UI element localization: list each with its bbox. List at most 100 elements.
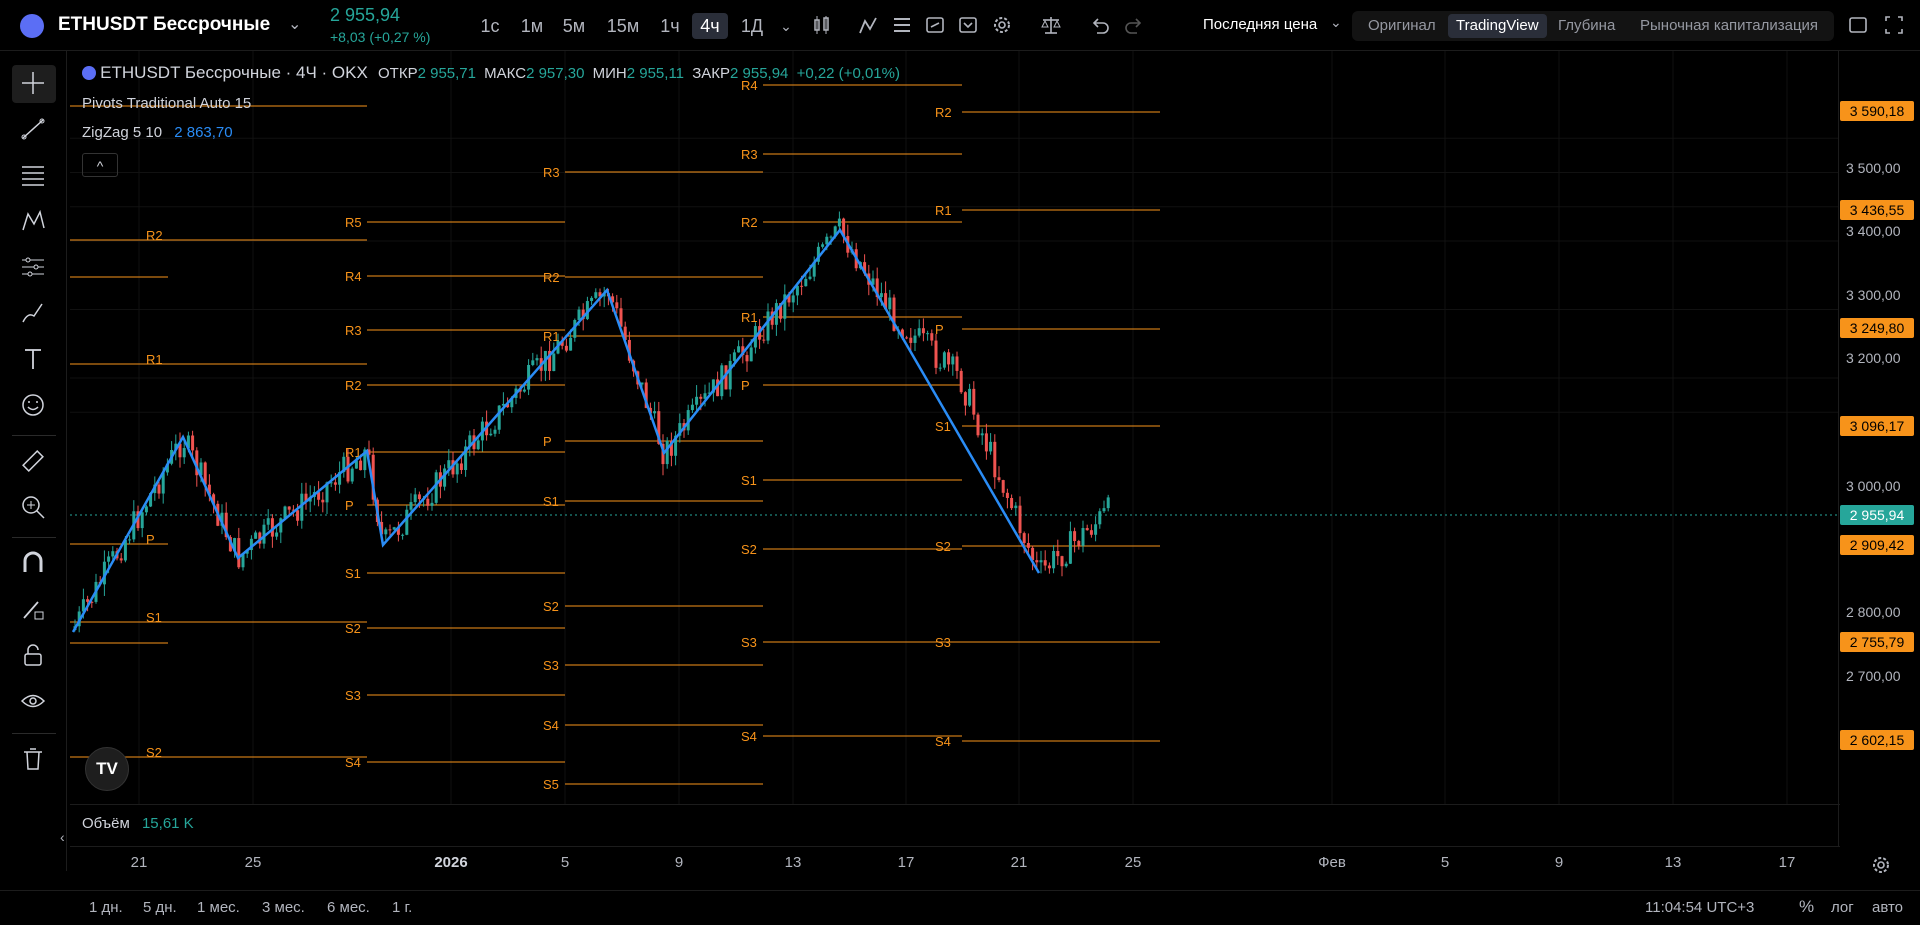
range-1d[interactable]: 1 дн. [89,899,123,916]
candle-body [413,494,417,503]
candle-body [934,340,938,368]
clock-time[interactable]: 11:04:54 UTC+3 [1645,899,1754,916]
candle-body [405,509,409,535]
candle-body [497,405,501,430]
candle-body [791,295,795,303]
range-1m[interactable]: 1 мес. [197,899,240,916]
candle-body [997,477,1001,481]
time-axis-label: 25 [244,854,262,871]
candle-body [665,440,669,465]
candle-body [1073,531,1077,542]
pivot-price-tag: 3 249,80 [1840,318,1914,338]
tradingview-logo[interactable]: TV [85,747,129,791]
candle-body [1052,551,1056,569]
volume-label: Объём [82,815,130,832]
price-axis-label: 3 400,00 [1846,223,1901,239]
candle-body [535,358,539,361]
candle-body [879,293,883,298]
pivot-level-label: S2 [146,745,162,760]
time-axis-label: 13 [784,854,802,871]
pivot-level-label: P [741,378,750,393]
time-axis-label: 21 [1010,854,1028,871]
low-label: МИН [592,65,627,82]
candle-body [963,392,967,406]
candle-body [930,333,934,341]
candle-body [762,339,766,341]
candle-body [1056,551,1060,557]
candle-body [888,297,892,310]
legend-title[interactable]: ETHUSDT Бессрочные · 4Ч · OKX [100,63,368,82]
price-axis-label: 3 300,00 [1846,287,1901,303]
candle-body [1022,533,1026,544]
candle-body [938,367,942,369]
pivot-level-label: S4 [345,755,361,770]
percent-scale-toggle[interactable]: % [1799,897,1814,917]
pivot-level-label: S3 [935,635,951,650]
pivot-level-label: S2 [741,542,757,557]
price-axis-label: 2 800,00 [1846,604,1901,620]
candle-body [1035,560,1039,563]
auto-scale-toggle[interactable]: авто [1872,899,1903,916]
time-axis[interactable] [70,846,1840,891]
pivot-level-label: S2 [543,599,559,614]
time-axis-label: 9 [1554,854,1564,871]
pivot-level-label: S4 [741,729,757,744]
candle-body [157,484,161,494]
price-axis-label: 3 200,00 [1846,350,1901,366]
candle-body [191,435,195,451]
range-1y[interactable]: 1 г. [392,899,412,916]
candle-body [119,558,123,561]
candle-body [837,218,841,227]
log-scale-toggle[interactable]: лог [1831,899,1854,916]
close-label: ЗАКР [692,65,730,82]
candle-body [766,311,770,341]
pivots-indicator-legend[interactable]: Pivots Traditional Auto 15 [82,95,251,112]
candle-body [1039,560,1043,563]
pivot-price-tag: 2 755,79 [1840,632,1914,652]
pivot-level-label: R1 [935,203,952,218]
bottom-toolbar: 1 дн. 5 дн. 1 мес. 3 мес. 6 мес. 1 г. 11… [0,890,1920,925]
pivot-level-label: S4 [935,734,951,749]
candle-body [459,463,463,470]
range-6m[interactable]: 6 мес. [327,899,370,916]
candle-body [140,512,144,529]
collapse-legend-button[interactable]: ^ [82,153,118,177]
candle-body [1047,565,1051,569]
candle-body [455,463,459,475]
pivot-level-label: R3 [345,323,362,338]
pivot-level-label: R2 [741,215,758,230]
price-chart[interactable]: R2R1PS1S2R5R4R3R2R1PS1S2S3S4R3R2R1PS1S2S… [0,0,1920,924]
candle-body [959,370,963,393]
candle-body [531,360,535,365]
pivot-level-label: S5 [543,777,559,792]
candle-body [1005,492,1009,498]
candle-body [1001,480,1005,493]
candle-body [913,335,917,343]
candle-body [321,499,325,503]
candle-body [417,494,421,500]
high-label: МАКС [484,65,527,82]
time-axis-label: 2026 [434,854,468,871]
candle-body [430,502,434,506]
gear-icon[interactable] [1871,855,1891,875]
pivot-level-label: S1 [935,419,951,434]
candle-body [699,396,703,399]
pivot-price-tag: 2 602,15 [1840,730,1914,750]
open-value: 2 955,71 [417,65,476,82]
candle-body [1089,530,1093,535]
candle-body [476,440,480,450]
pivot-level-label: R3 [543,165,560,180]
candle-body [1106,497,1110,509]
zigzag-indicator-legend[interactable]: ZigZag 5 10 2 863,70 [82,124,233,141]
range-5d[interactable]: 5 дн. [143,899,177,916]
price-axis-label: 3 000,00 [1846,478,1901,494]
pivot-level-label: S2 [935,539,951,554]
candle-body [283,506,287,519]
candle-body [86,599,90,602]
volume-legend: Объём 15,61 K [82,815,194,832]
candle-body [808,276,812,279]
candle-body [1081,528,1085,546]
candle-body [296,510,300,521]
candle-body [989,441,993,452]
range-3m[interactable]: 3 мес. [262,899,305,916]
